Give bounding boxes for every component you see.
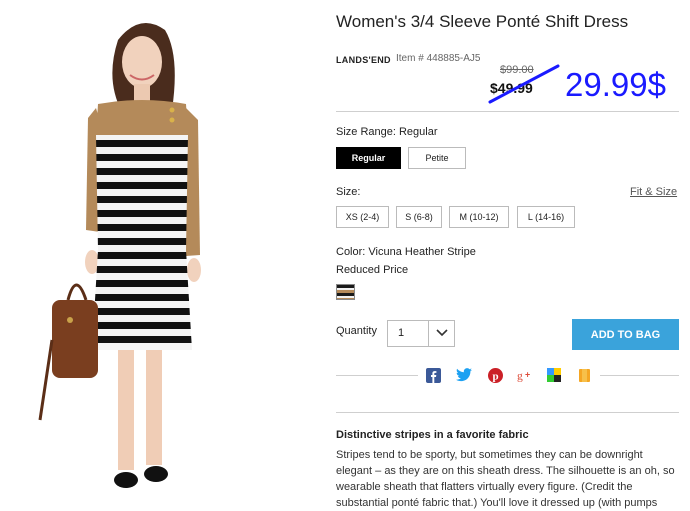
- quantity-value: 1: [398, 327, 405, 339]
- product-title: Women's 3/4 Sleeve Ponté Shift Dress: [336, 12, 629, 31]
- new-price: 29.99$: [565, 66, 666, 103]
- size-range-label: Size Range: Regular: [336, 126, 438, 138]
- fit-size-link[interactable]: Fit & Size: [630, 186, 677, 198]
- product-photo: [0, 0, 320, 498]
- size-s-button[interactable]: S (6-8): [396, 206, 442, 228]
- color-swatch-vicuna-stripe[interactable]: [336, 284, 355, 300]
- size-range-petite-button[interactable]: Petite: [408, 147, 466, 169]
- add-to-bag-button[interactable]: ADD TO BAG: [572, 319, 679, 350]
- pinterest-icon[interactable]: p: [487, 367, 503, 383]
- size-m-button[interactable]: M (10-12): [449, 206, 509, 228]
- facebook-icon[interactable]: [425, 367, 441, 383]
- size-l-button[interactable]: L (14-16): [517, 206, 575, 228]
- divider-description: [336, 412, 679, 413]
- share-divider-left: [336, 375, 418, 376]
- svg-text:+: +: [525, 369, 530, 379]
- quantity-divider: [428, 321, 429, 346]
- bookmark-icon[interactable]: [576, 367, 592, 383]
- svg-text:g: g: [517, 370, 523, 382]
- item-number: Item # 448885-AJ5: [396, 53, 481, 64]
- quantity-select[interactable]: 1: [387, 320, 455, 347]
- description-text: Stripes tend to be sporty, but sometimes…: [336, 449, 675, 509]
- size-label: Size:: [336, 186, 361, 198]
- twitter-icon[interactable]: [456, 367, 472, 383]
- divider: [336, 111, 679, 112]
- quantity-label: Quantity: [336, 325, 377, 337]
- size-xs-button[interactable]: XS (2-4): [336, 206, 389, 228]
- color-label: Color: Vicuna Heather Stripe: [336, 246, 476, 258]
- share-divider-right: [600, 375, 679, 376]
- description-title: Distinctive stripes in a favorite fabric: [336, 429, 529, 441]
- price-strike-mark: [488, 64, 560, 104]
- chevron-down-icon[interactable]: [436, 328, 448, 338]
- brand-logo: LANDS'END: [336, 55, 391, 65]
- size-range-regular-button[interactable]: Regular: [336, 147, 401, 169]
- svg-text:p: p: [492, 370, 498, 382]
- reduced-price-note: Reduced Price: [336, 264, 409, 276]
- delicious-icon[interactable]: [546, 367, 562, 383]
- google-plus-icon[interactable]: g +: [517, 367, 533, 383]
